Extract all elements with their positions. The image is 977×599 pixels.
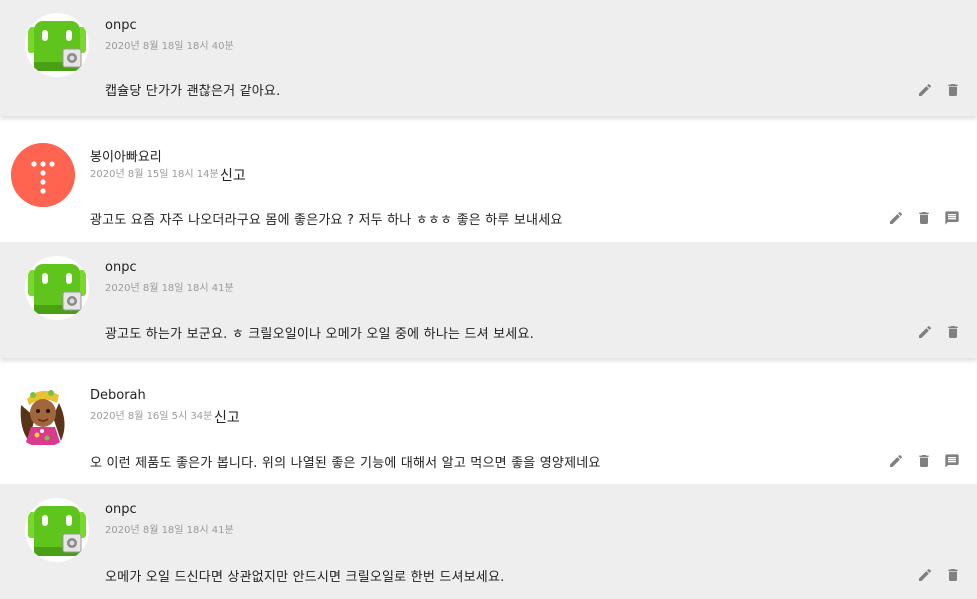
cartoon-girl-avatar-icon — [20, 390, 65, 445]
t-logo-avatar-icon — [11, 143, 75, 207]
delete-icon[interactable] — [944, 323, 962, 341]
delete-icon[interactable] — [915, 452, 933, 470]
comment-text: 캡슐당 단가가 괜찮은거 같아요. — [105, 84, 281, 99]
robot-avatar-icon — [28, 264, 86, 314]
report-link[interactable]: 신고 — [220, 165, 246, 185]
comment-actions — [877, 209, 961, 227]
reply-icon[interactable] — [943, 452, 961, 470]
avatar[interactable] — [11, 143, 75, 207]
author-name[interactable]: 봉이아빠요리 — [90, 146, 162, 165]
author-name[interactable]: onpc — [105, 18, 137, 33]
comment-actions — [877, 452, 961, 470]
comment-thread: onpc 2020년 8월 18일 18시 40분 캡슐당 단가가 괜찮은거 같… — [0, 0, 977, 599]
comment-date: 2020년 8월 16일 5시 34분 — [90, 411, 213, 422]
reply-icon[interactable] — [943, 209, 961, 227]
comment-text: 오 이런 제품도 좋은가 봅니다. 위의 나열된 좋은 기능에 대해서 알고 먹… — [90, 456, 601, 471]
delete-icon[interactable] — [944, 566, 962, 584]
reply-item: onpc 2020년 8월 18일 18시 40분 캡슐당 단가가 괜찮은거 같… — [0, 0, 977, 116]
edit-icon[interactable] — [916, 81, 934, 99]
author-name[interactable]: Deborah — [90, 388, 146, 403]
delete-icon[interactable] — [944, 81, 962, 99]
avatar[interactable] — [25, 498, 89, 562]
comment-date: 2020년 8월 18일 18시 41분 — [105, 283, 234, 294]
comment-actions — [906, 323, 962, 341]
avatar[interactable] — [11, 383, 75, 447]
reply-item: onpc 2020년 8월 18일 18시 41분 광고도 하는가 보군요. ㅎ… — [0, 242, 977, 358]
report-link[interactable]: 신고 — [214, 407, 240, 427]
author-name[interactable]: onpc — [105, 502, 137, 517]
edit-icon[interactable] — [916, 323, 934, 341]
comment-item: 봉이아빠요리 2020년 8월 15일 18시 14분 신고 광고도 요즘 자주… — [0, 128, 977, 242]
robot-avatar-icon — [28, 506, 86, 556]
avatar[interactable] — [25, 256, 89, 320]
author-name[interactable]: onpc — [105, 260, 137, 275]
comment-date: 2020년 8월 18일 18시 40분 — [105, 41, 234, 52]
edit-icon[interactable] — [916, 566, 934, 584]
comment-item: Deborah 2020년 8월 16일 5시 34분 신고 오 이런 제품도 … — [0, 370, 977, 484]
comment-date: 2020년 8월 18일 18시 41분 — [105, 525, 234, 536]
edit-icon[interactable] — [887, 452, 905, 470]
comment-text: 오메가 오일 드신다면 상관없지만 안드시면 크릴오일로 한번 드셔보세요. — [105, 570, 505, 585]
comment-text: 광고도 요즘 자주 나오더라구요 몸에 좋은가요 ? 저두 하나 ㅎㅎㅎ 좋은 … — [90, 213, 563, 228]
comment-text: 광고도 하는가 보군요. ㅎ 크릴오일이나 오메가 오일 중에 하나는 드셔 보… — [105, 327, 534, 342]
robot-avatar-icon — [28, 21, 86, 71]
reply-item: onpc 2020년 8월 18일 18시 41분 오메가 오일 드신다면 상관… — [0, 484, 977, 599]
comment-actions — [906, 566, 962, 584]
edit-icon[interactable] — [887, 209, 905, 227]
avatar[interactable] — [25, 13, 89, 77]
comment-actions — [906, 81, 962, 99]
delete-icon[interactable] — [915, 209, 933, 227]
comment-date: 2020년 8월 15일 18시 14분 — [90, 169, 219, 180]
